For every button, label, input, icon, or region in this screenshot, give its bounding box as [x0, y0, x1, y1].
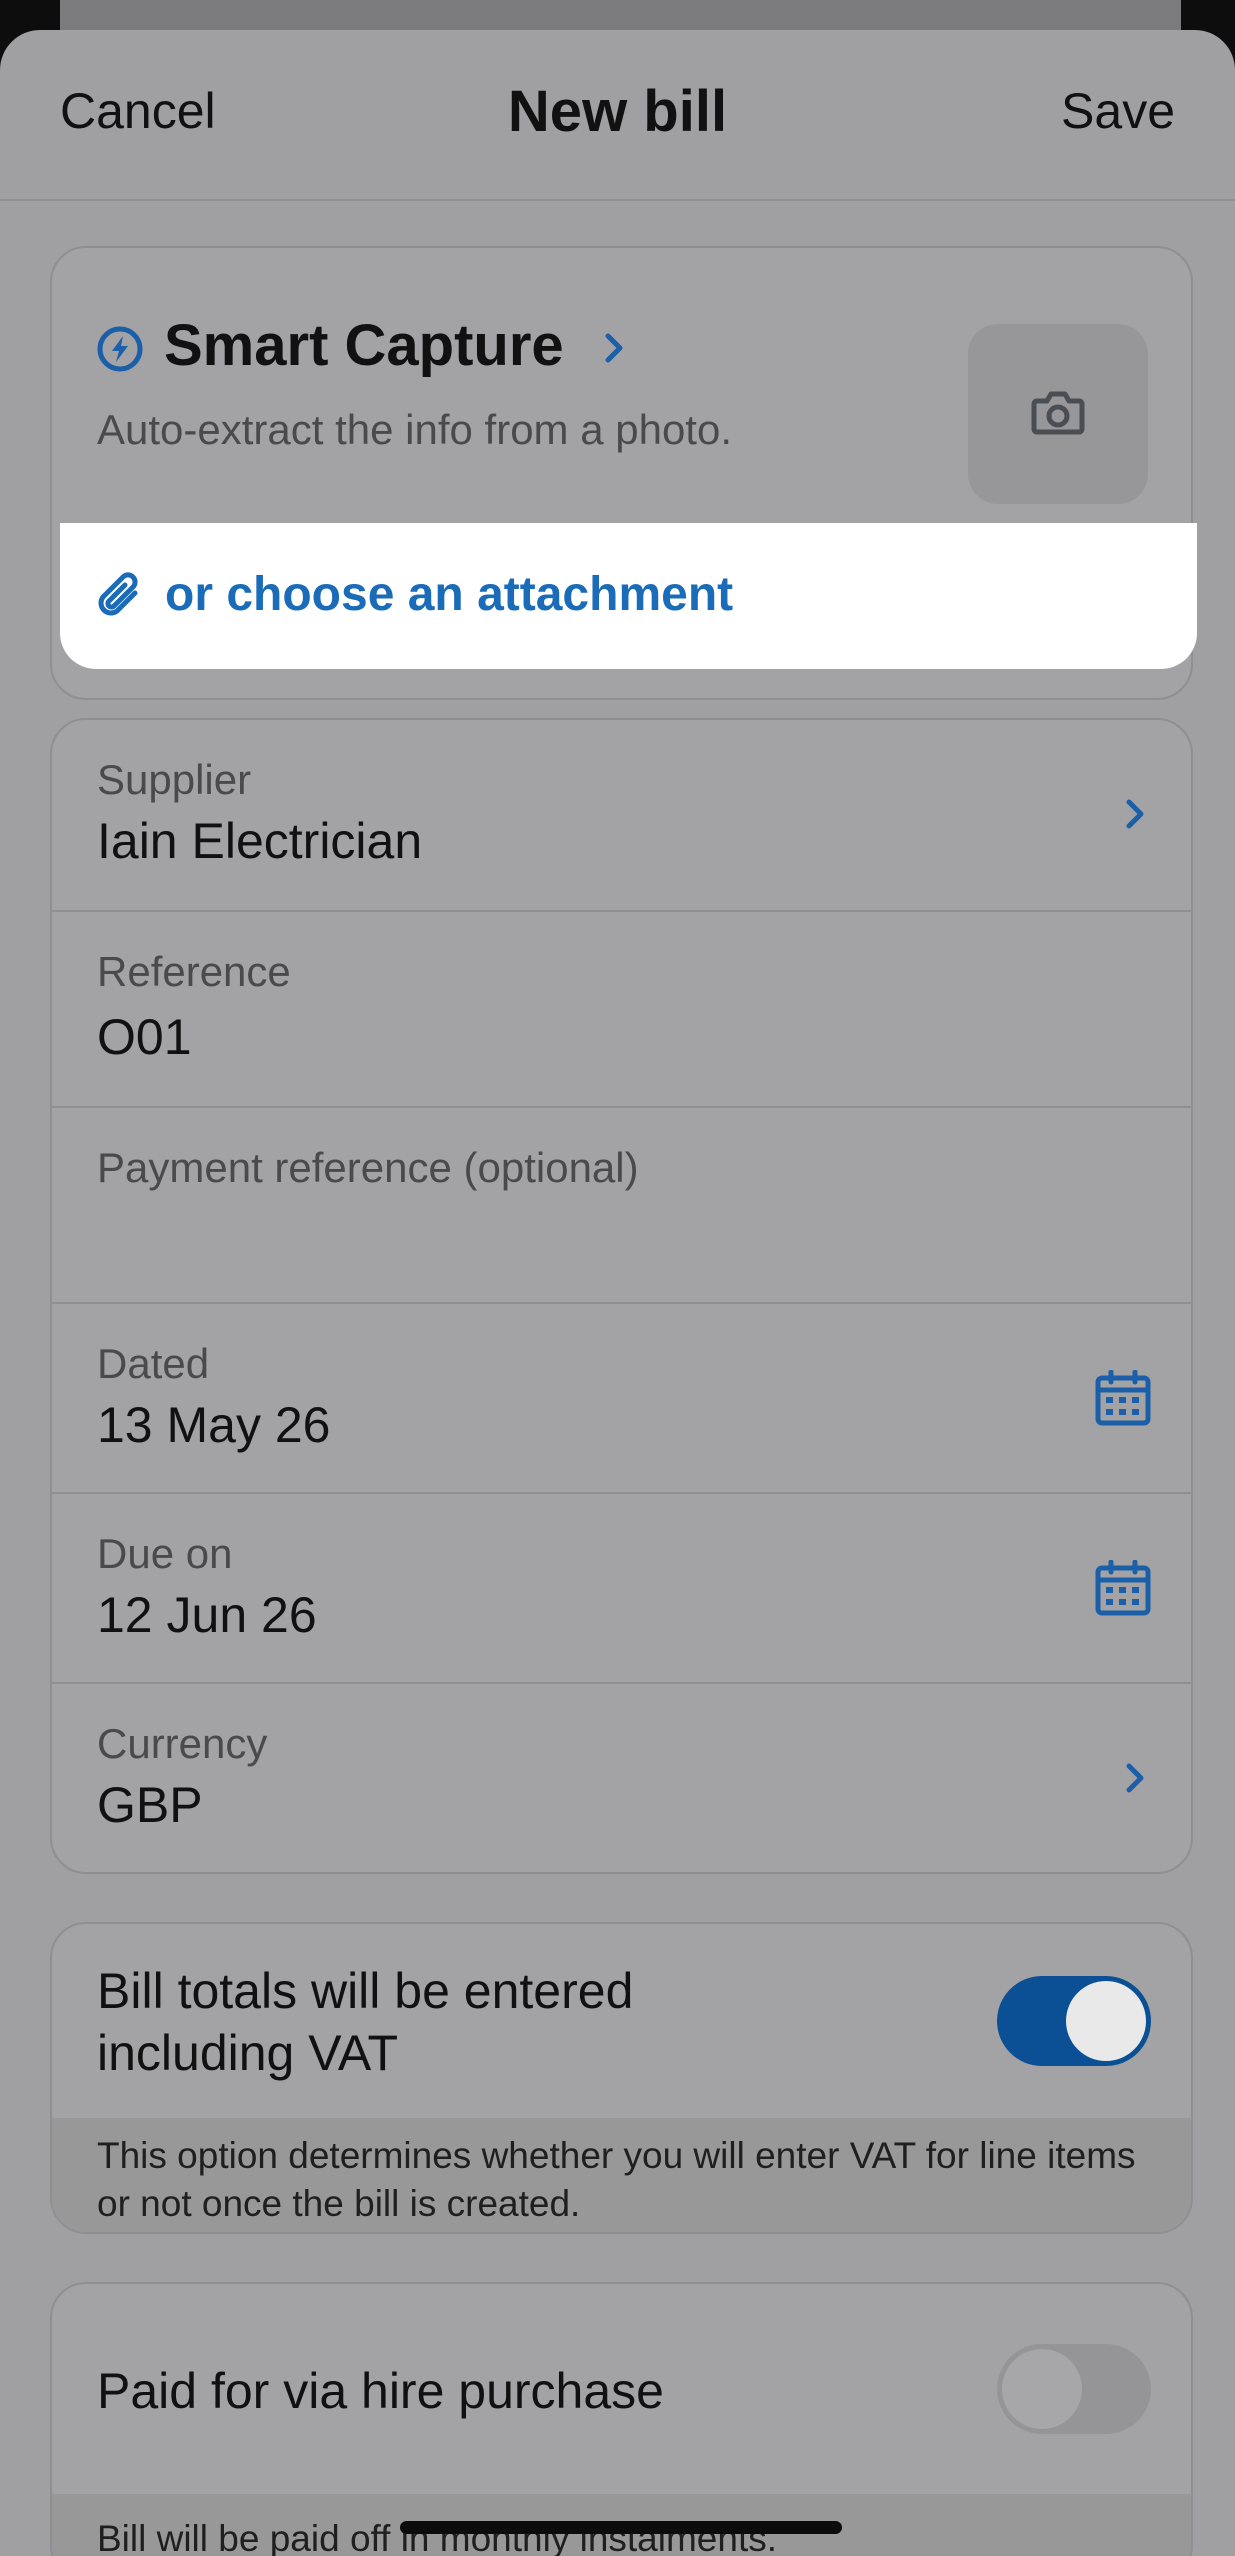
- home-indicator: [400, 2521, 842, 2534]
- smart-capture-subtitle: Auto-extract the info from a photo.: [97, 406, 733, 453]
- vat-note-text: This option determines whether you will …: [97, 2135, 1136, 2224]
- reference-value: O01: [97, 1009, 192, 1065]
- attachment-label: or choose an attachment: [165, 568, 734, 621]
- paperclip-icon: [98, 572, 138, 616]
- camera-button[interactable]: [968, 324, 1148, 504]
- hire-purchase-label: Paid for via hire purchase: [97, 2363, 664, 2419]
- reference-field[interactable]: Reference O01: [52, 910, 1191, 1106]
- due-on-label: Due on: [97, 1530, 233, 1577]
- due-on-value: 12 Jun 26: [97, 1587, 317, 1643]
- currency-value: GBP: [97, 1777, 203, 1833]
- hire-purchase-card: Paid for via hire purchase Bill will be …: [50, 2282, 1193, 2556]
- bolt-circle-icon: [97, 326, 143, 372]
- supplier-row[interactable]: Supplier Iain Electrician: [52, 720, 1191, 910]
- chevron-right-icon: [1126, 1763, 1144, 1793]
- hire-purchase-row: Paid for via hire purchase: [52, 2284, 1191, 2494]
- currency-row[interactable]: Currency GBP: [52, 1682, 1191, 1872]
- new-bill-sheet: Cancel New bill Save Smart Capture Auto-…: [0, 30, 1235, 2556]
- sheet-header: Cancel New bill Save: [0, 30, 1235, 201]
- calendar-icon[interactable]: [1095, 1560, 1151, 1616]
- vat-toggle-note: This option determines whether you will …: [52, 2118, 1191, 2232]
- toggle-knob: [1002, 2349, 1082, 2429]
- dated-value: 13 May 26: [97, 1397, 331, 1453]
- vat-option-card: Bill totals will be entered including VA…: [50, 1922, 1193, 2234]
- payment-reference-label: Payment reference (optional): [97, 1144, 639, 1191]
- vat-toggle-row: Bill totals will be entered including VA…: [52, 1924, 1191, 2118]
- chevron-right-icon[interactable]: [600, 328, 630, 368]
- payment-reference-field[interactable]: Payment reference (optional): [52, 1106, 1191, 1302]
- chevron-right-icon: [1126, 799, 1144, 829]
- page-title: New bill: [507, 79, 728, 144]
- hire-purchase-toggle-switch[interactable]: [997, 2344, 1151, 2434]
- dated-field[interactable]: Dated 13 May 26: [52, 1302, 1191, 1492]
- supplier-value: Iain Electrician: [97, 813, 423, 869]
- supplier-label: Supplier: [97, 756, 252, 803]
- due-on-field[interactable]: Due on 12 Jun 26: [52, 1492, 1191, 1682]
- dated-label: Dated: [97, 1340, 210, 1387]
- toggle-knob: [1066, 1981, 1146, 2061]
- calendar-icon[interactable]: [1095, 1370, 1151, 1426]
- save-button[interactable]: Save: [1061, 82, 1175, 140]
- choose-attachment-button[interactable]: or choose an attachment: [60, 523, 1197, 669]
- smart-capture-title[interactable]: Smart Capture: [164, 312, 564, 379]
- camera-icon: [1031, 391, 1085, 435]
- vat-toggle-label: Bill totals will be entered including VA…: [97, 1963, 634, 2081]
- currency-label: Currency: [97, 1720, 268, 1767]
- bill-details-card: Supplier Iain Electrician Reference O01 …: [50, 718, 1193, 1874]
- vat-toggle-switch[interactable]: [997, 1976, 1151, 2066]
- reference-label: Reference: [97, 948, 291, 995]
